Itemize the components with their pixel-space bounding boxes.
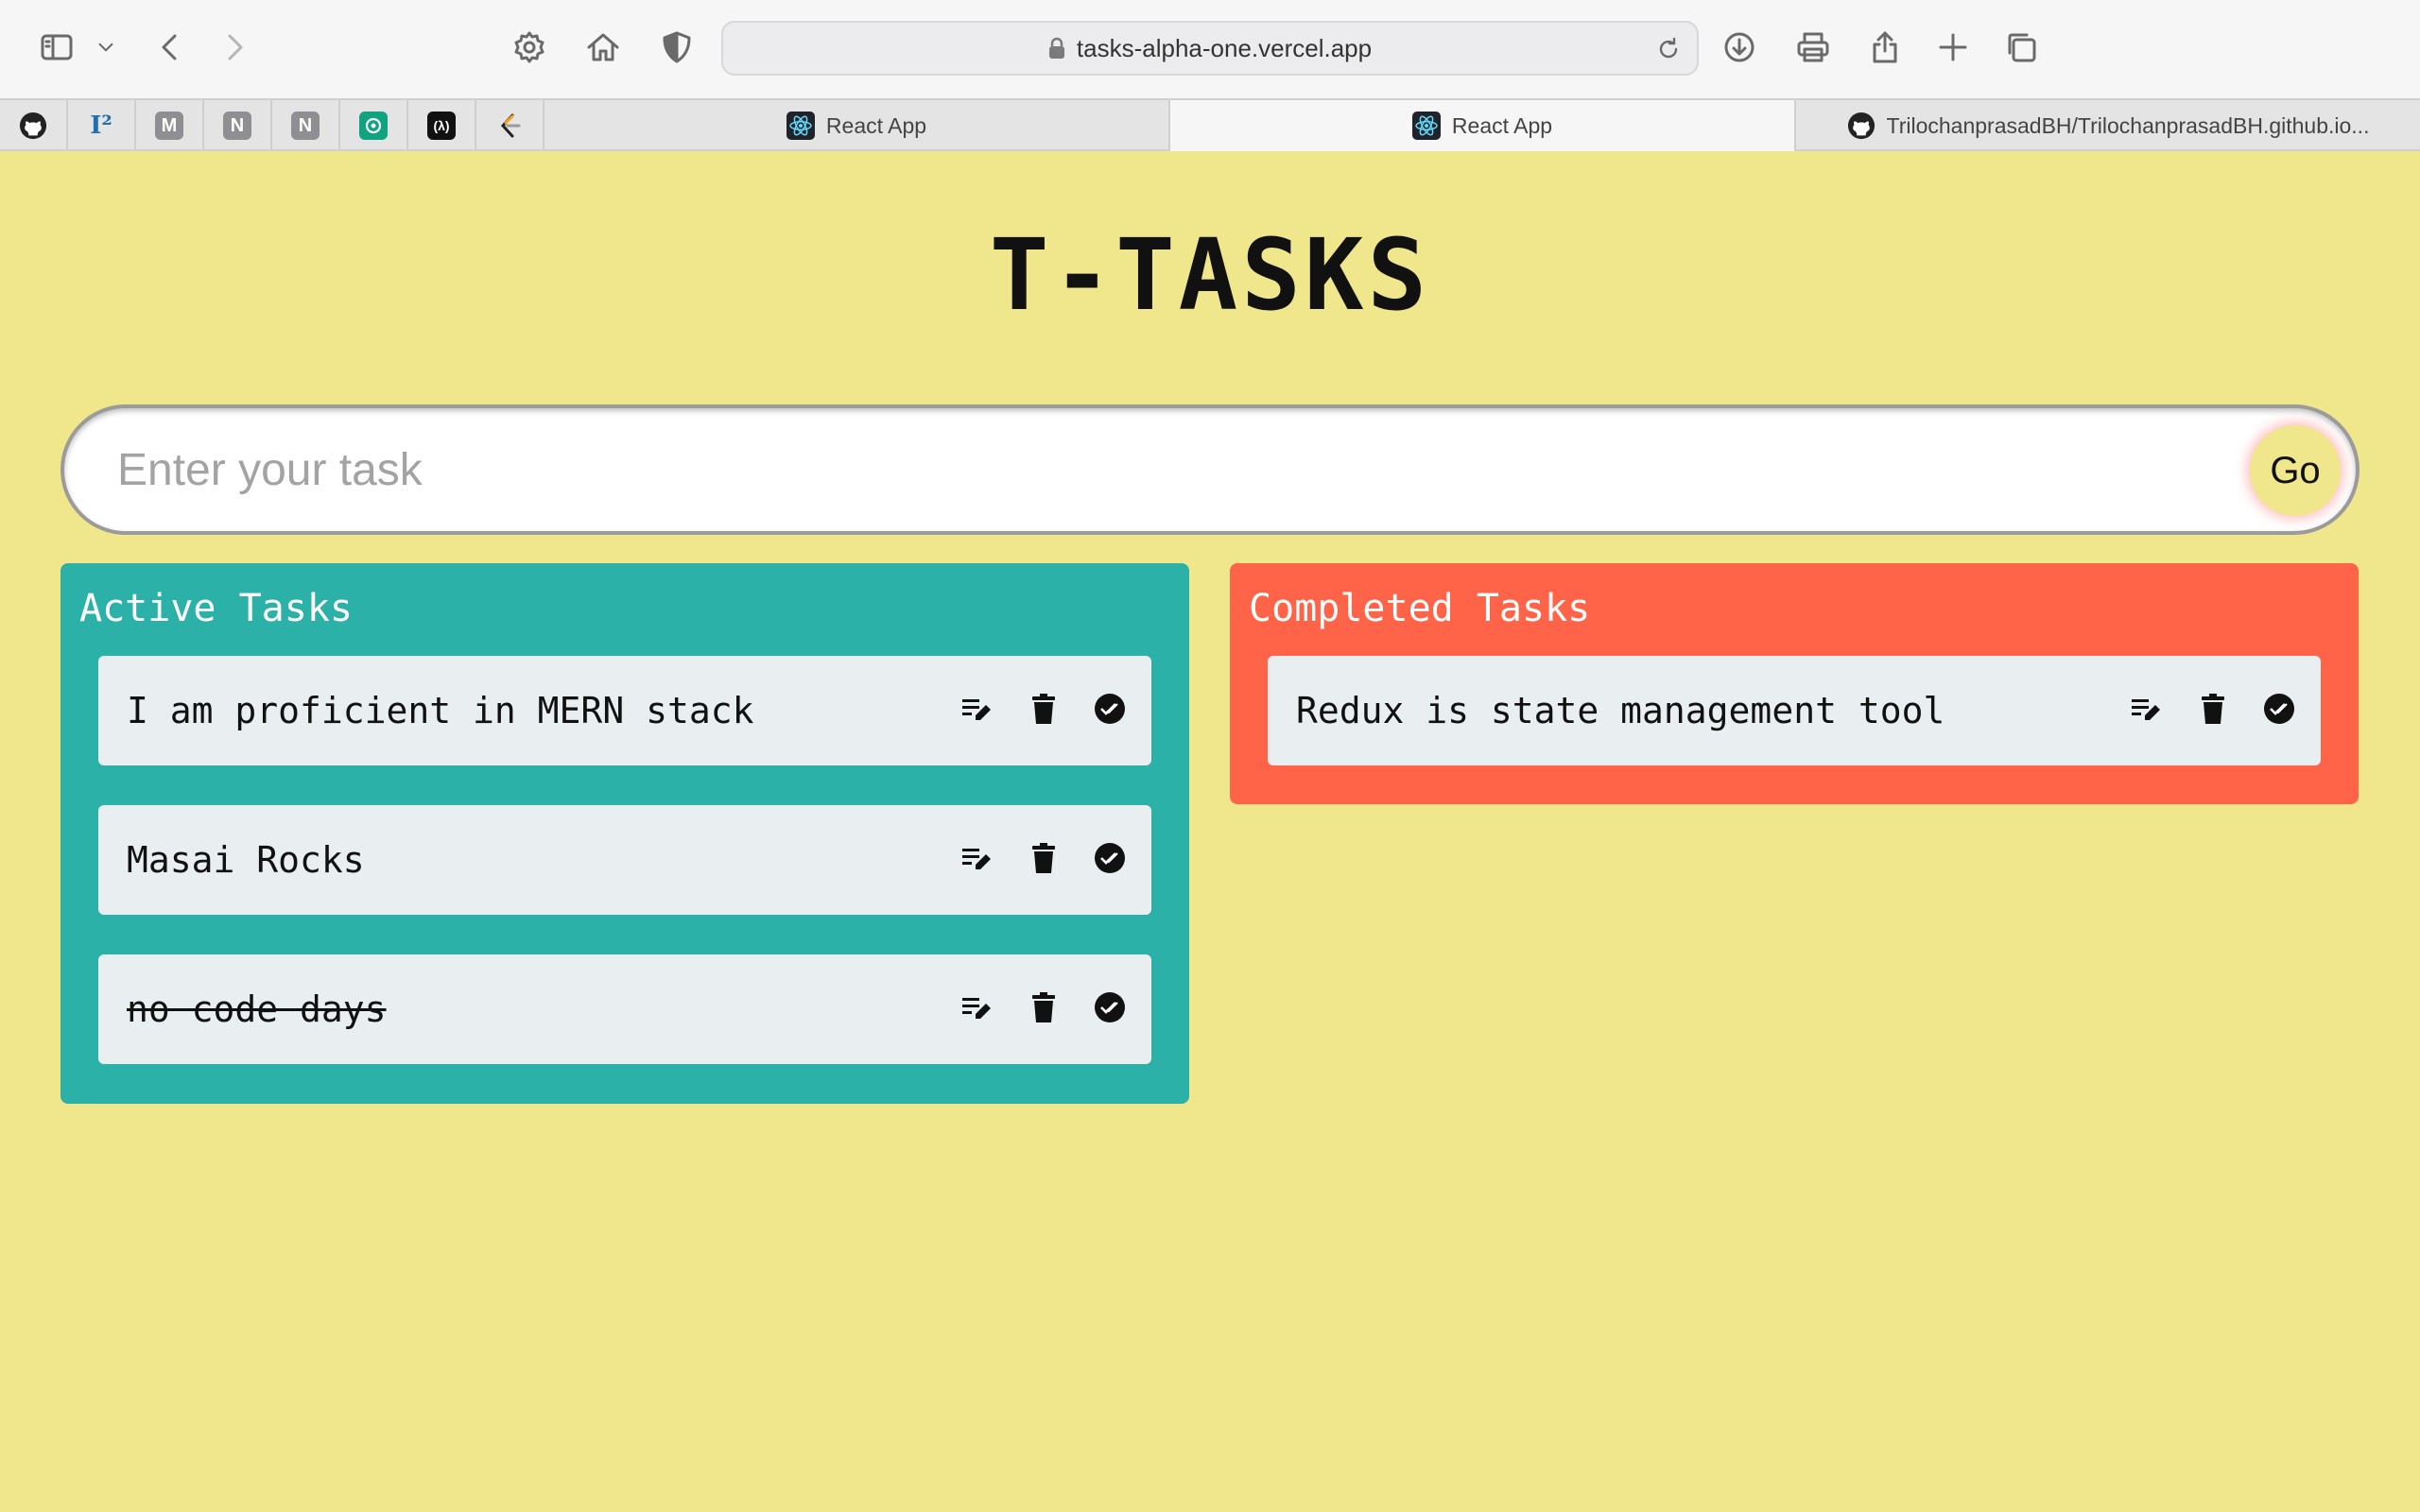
- back-icon[interactable]: [146, 23, 195, 72]
- gear-icon[interactable]: [505, 23, 554, 72]
- complete-icon[interactable]: [1093, 990, 1127, 1024]
- chatgpt-icon: [359, 112, 388, 140]
- tab-react-app-2[interactable]: React App: [1170, 100, 1796, 151]
- delete-icon[interactable]: [1027, 990, 1061, 1024]
- m-icon: M: [155, 112, 183, 140]
- pinned-tab-chatgpt[interactable]: [340, 100, 408, 151]
- edit-icon[interactable]: [960, 692, 994, 726]
- task-text: no code days: [127, 988, 387, 1030]
- pinned-tab-n1[interactable]: N: [204, 100, 272, 151]
- new-tab-icon[interactable]: [1928, 23, 1978, 72]
- page-title: T-TASKS: [989, 217, 1431, 333]
- url-text: tasks-alpha-one.vercel.app: [1076, 33, 1373, 62]
- react-icon: [1411, 112, 1441, 140]
- task-card: I am proficient in MERN stack: [98, 656, 1151, 765]
- go-button[interactable]: Go: [2250, 425, 2341, 516]
- pinned-tab-github[interactable]: [0, 100, 68, 151]
- active-tasks-heading: Active Tasks: [79, 587, 353, 630]
- shield-icon[interactable]: [652, 23, 701, 72]
- tab-react-app-1[interactable]: React App: [544, 100, 1170, 151]
- task-text: Redux is state management tool: [1296, 690, 1945, 731]
- react-icon: [786, 112, 815, 140]
- edit-icon[interactable]: [960, 990, 994, 1024]
- leetcode-icon: [500, 113, 521, 138]
- complete-icon[interactable]: [1093, 692, 1127, 726]
- tab-label: React App: [1451, 112, 1553, 138]
- delete-icon[interactable]: [1027, 692, 1061, 726]
- task-card: no code days: [98, 954, 1151, 1064]
- github-icon: [1847, 112, 1875, 140]
- tab-label: TrilochanprasadBH/TrilochanprasadBH.gith…: [1886, 112, 2370, 138]
- share-icon[interactable]: [1860, 23, 1910, 72]
- task-card: Redux is state management tool: [1268, 656, 2321, 765]
- print-icon[interactable]: [1789, 23, 1838, 72]
- task-input[interactable]: [117, 427, 2197, 512]
- lambda-icon: (λ): [427, 112, 456, 140]
- complete-icon[interactable]: [1093, 841, 1127, 875]
- delete-icon[interactable]: [1027, 841, 1061, 875]
- tab-bar: I² M N N (λ) React App React App Triloch…: [0, 98, 2420, 151]
- chevron-down-icon[interactable]: [81, 23, 130, 72]
- pinned-tab-m[interactable]: M: [136, 100, 204, 151]
- github-icon: [19, 112, 47, 140]
- home-icon[interactable]: [579, 23, 628, 72]
- address-bar[interactable]: tasks-alpha-one.vercel.app: [721, 21, 1699, 76]
- task-card: Masai Rocks: [98, 805, 1151, 915]
- lock-icon: [1048, 37, 1064, 59]
- pinned-tab-leetcode[interactable]: [476, 100, 544, 151]
- i2-icon: I²: [90, 112, 112, 140]
- n-icon: N: [223, 112, 251, 140]
- tab-label: React App: [825, 112, 927, 138]
- pinned-tab-codepen[interactable]: (λ): [408, 100, 476, 151]
- tab-github-repo[interactable]: TrilochanprasadBH/TrilochanprasadBH.gith…: [1796, 100, 2420, 151]
- forward-icon[interactable]: [210, 23, 259, 72]
- edit-icon[interactable]: [2130, 692, 2164, 726]
- browser-toolbar: tasks-alpha-one.vercel.app: [0, 0, 2420, 98]
- reload-icon[interactable]: [1655, 36, 1682, 62]
- task-form: Go: [60, 404, 2360, 535]
- active-tasks-panel: Active Tasks I am proficient in MERN sta…: [60, 563, 1189, 1104]
- pinned-tab-i2[interactable]: I²: [68, 100, 136, 151]
- task-text: Masai Rocks: [127, 839, 365, 881]
- task-text: I am proficient in MERN stack: [127, 690, 754, 731]
- downloads-icon[interactable]: [1715, 23, 1764, 72]
- completed-tasks-heading: Completed Tasks: [1249, 587, 1591, 630]
- tab-overview-icon[interactable]: [1996, 23, 2046, 72]
- sidebar-toggle-icon[interactable]: [32, 23, 81, 72]
- pinned-tab-n2[interactable]: N: [272, 100, 340, 151]
- completed-tasks-panel: Completed Tasks Redux is state managemen…: [1230, 563, 2359, 804]
- edit-icon[interactable]: [960, 841, 994, 875]
- complete-icon[interactable]: [2262, 692, 2296, 726]
- delete-icon[interactable]: [2196, 692, 2230, 726]
- n-icon: N: [291, 112, 320, 140]
